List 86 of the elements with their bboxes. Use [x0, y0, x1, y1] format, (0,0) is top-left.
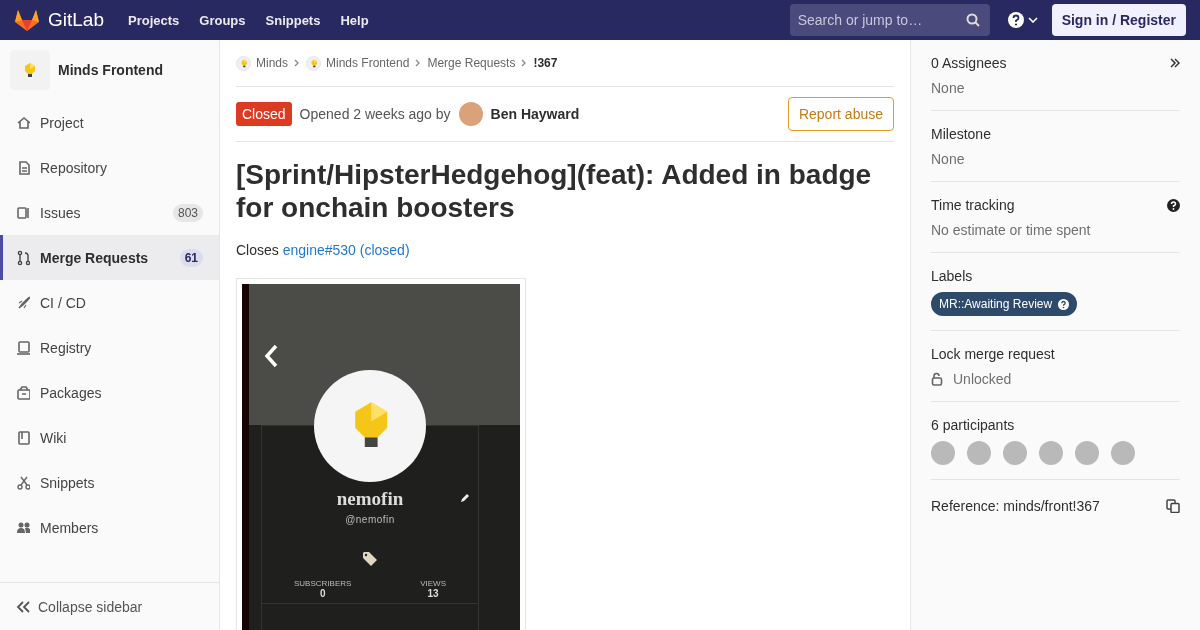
help-icon: [1058, 298, 1070, 310]
collapse-sidebar-button[interactable]: Collapse sidebar: [0, 582, 219, 630]
section-title: Labels: [931, 268, 973, 284]
sidebar-item[interactable]: Registry: [0, 325, 219, 370]
avatar[interactable]: [1075, 441, 1099, 465]
avatar[interactable]: [1039, 441, 1063, 465]
double-chevron-right-icon[interactable]: [1170, 58, 1180, 68]
project-avatar[interactable]: [10, 50, 50, 90]
section-title: Time tracking: [931, 197, 1015, 213]
chevron-right-icon: [415, 59, 422, 67]
caret-icon: [1027, 17, 1038, 23]
section-title: 6 participants: [931, 417, 1015, 433]
avatar[interactable]: [931, 441, 955, 465]
sidebar-item[interactable]: Repository: [0, 145, 219, 190]
breadcrumb-link[interactable]: Minds: [236, 55, 288, 71]
help-icon[interactable]: [1167, 198, 1180, 212]
issue-link[interactable]: engine#530 (closed): [282, 242, 410, 258]
stat-value: 0: [319, 588, 326, 599]
nav-link[interactable]: Help: [340, 12, 369, 28]
breadcrumb-link[interactable]: Merge Requests: [427, 56, 516, 70]
search-field[interactable]: Search or jump to…: [789, 4, 990, 36]
section-title: Lock merge request: [931, 346, 1055, 362]
double-chevron-left-icon: [16, 600, 30, 613]
profile-name: nemofin: [336, 488, 404, 510]
sidebar-item[interactable]: Issues 803: [0, 190, 219, 235]
search-icon: [965, 13, 980, 27]
reference-text: Reference: minds/front!367: [931, 498, 1100, 514]
section-value: Unlocked: [953, 371, 1012, 387]
merge-request-icon: [16, 249, 30, 266]
avatar[interactable]: [458, 102, 483, 126]
scissors-icon: [16, 474, 30, 491]
pencil-icon: [460, 493, 470, 503]
count-badge: 803: [172, 203, 203, 222]
stat-label: VIEWS: [420, 579, 446, 588]
section-title: Milestone: [931, 126, 991, 142]
sidebar-item[interactable]: Members: [0, 505, 219, 550]
status-badge: Closed: [236, 102, 292, 126]
chevron-left-icon: [263, 344, 279, 368]
lightbulb-icon: [24, 62, 36, 78]
chevron-right-icon: [294, 59, 300, 67]
help-dropdown[interactable]: [1007, 12, 1038, 28]
stat-value: 13: [427, 588, 439, 599]
stat-label: SUBSCRIBERS: [294, 579, 352, 588]
sign-in-button[interactable]: Sign in / Register: [1051, 4, 1186, 36]
count-badge: 61: [179, 248, 203, 267]
report-abuse-button[interactable]: Report abuse: [787, 97, 894, 131]
issues-icon: [16, 204, 30, 221]
unlocked-padlock-icon: [931, 372, 943, 386]
lightbulb-icon: [240, 58, 247, 68]
section-value: No estimate or time spent: [931, 222, 1091, 238]
breadcrumb-link[interactable]: Minds Frontend: [306, 55, 410, 71]
sidebar-item[interactable]: Merge Requests 61: [0, 235, 219, 280]
nav-link[interactable]: Projects: [128, 12, 180, 28]
sidebar-item[interactable]: Project: [0, 100, 219, 145]
tag-icon: [362, 551, 378, 567]
label-badge[interactable]: MR::Awaiting Review: [931, 292, 1078, 316]
section-title: 0 Assignees: [931, 55, 1007, 71]
section-value: None: [931, 80, 965, 96]
package-icon: [16, 384, 30, 401]
chevron-right-icon: [521, 59, 528, 67]
avatar[interactable]: [967, 441, 991, 465]
profile-handle: @nemofin: [345, 514, 395, 525]
book-icon: [16, 429, 30, 446]
lightbulb-icon: [310, 58, 317, 68]
home-icon: [16, 114, 30, 131]
merge-request-title: [Sprint/HipsterHedgehog](feat): Added in badge for onchain boosters: [236, 158, 873, 224]
sidebar-item[interactable]: CI / CD: [0, 280, 219, 325]
brand-name[interactable]: GitLab: [48, 9, 104, 31]
document-icon: [16, 159, 30, 176]
nav-link[interactable]: Groups: [199, 12, 246, 28]
project-name[interactable]: Minds Frontend: [58, 62, 163, 78]
copy-icon[interactable]: [1166, 499, 1180, 513]
sidebar-item[interactable]: Wiki: [0, 415, 219, 460]
sidebar-item[interactable]: Snippets: [0, 460, 219, 505]
nav-link[interactable]: Snippets: [265, 12, 321, 28]
section-value: None: [931, 151, 965, 167]
description-text: Closes engine#530 (closed): [236, 242, 411, 258]
breadcrumb-link[interactable]: !367: [533, 56, 558, 70]
sidebar-item[interactable]: Packages: [0, 370, 219, 415]
author-link[interactable]: Ben Hayward: [490, 106, 580, 122]
avatar[interactable]: [1111, 441, 1135, 465]
fox-logo-icon[interactable]: [14, 8, 40, 32]
avatar[interactable]: [1003, 441, 1027, 465]
help-icon: [1007, 12, 1024, 28]
opened-text: Opened 2 weeks ago by: [299, 106, 451, 122]
registry-icon: [16, 339, 30, 356]
